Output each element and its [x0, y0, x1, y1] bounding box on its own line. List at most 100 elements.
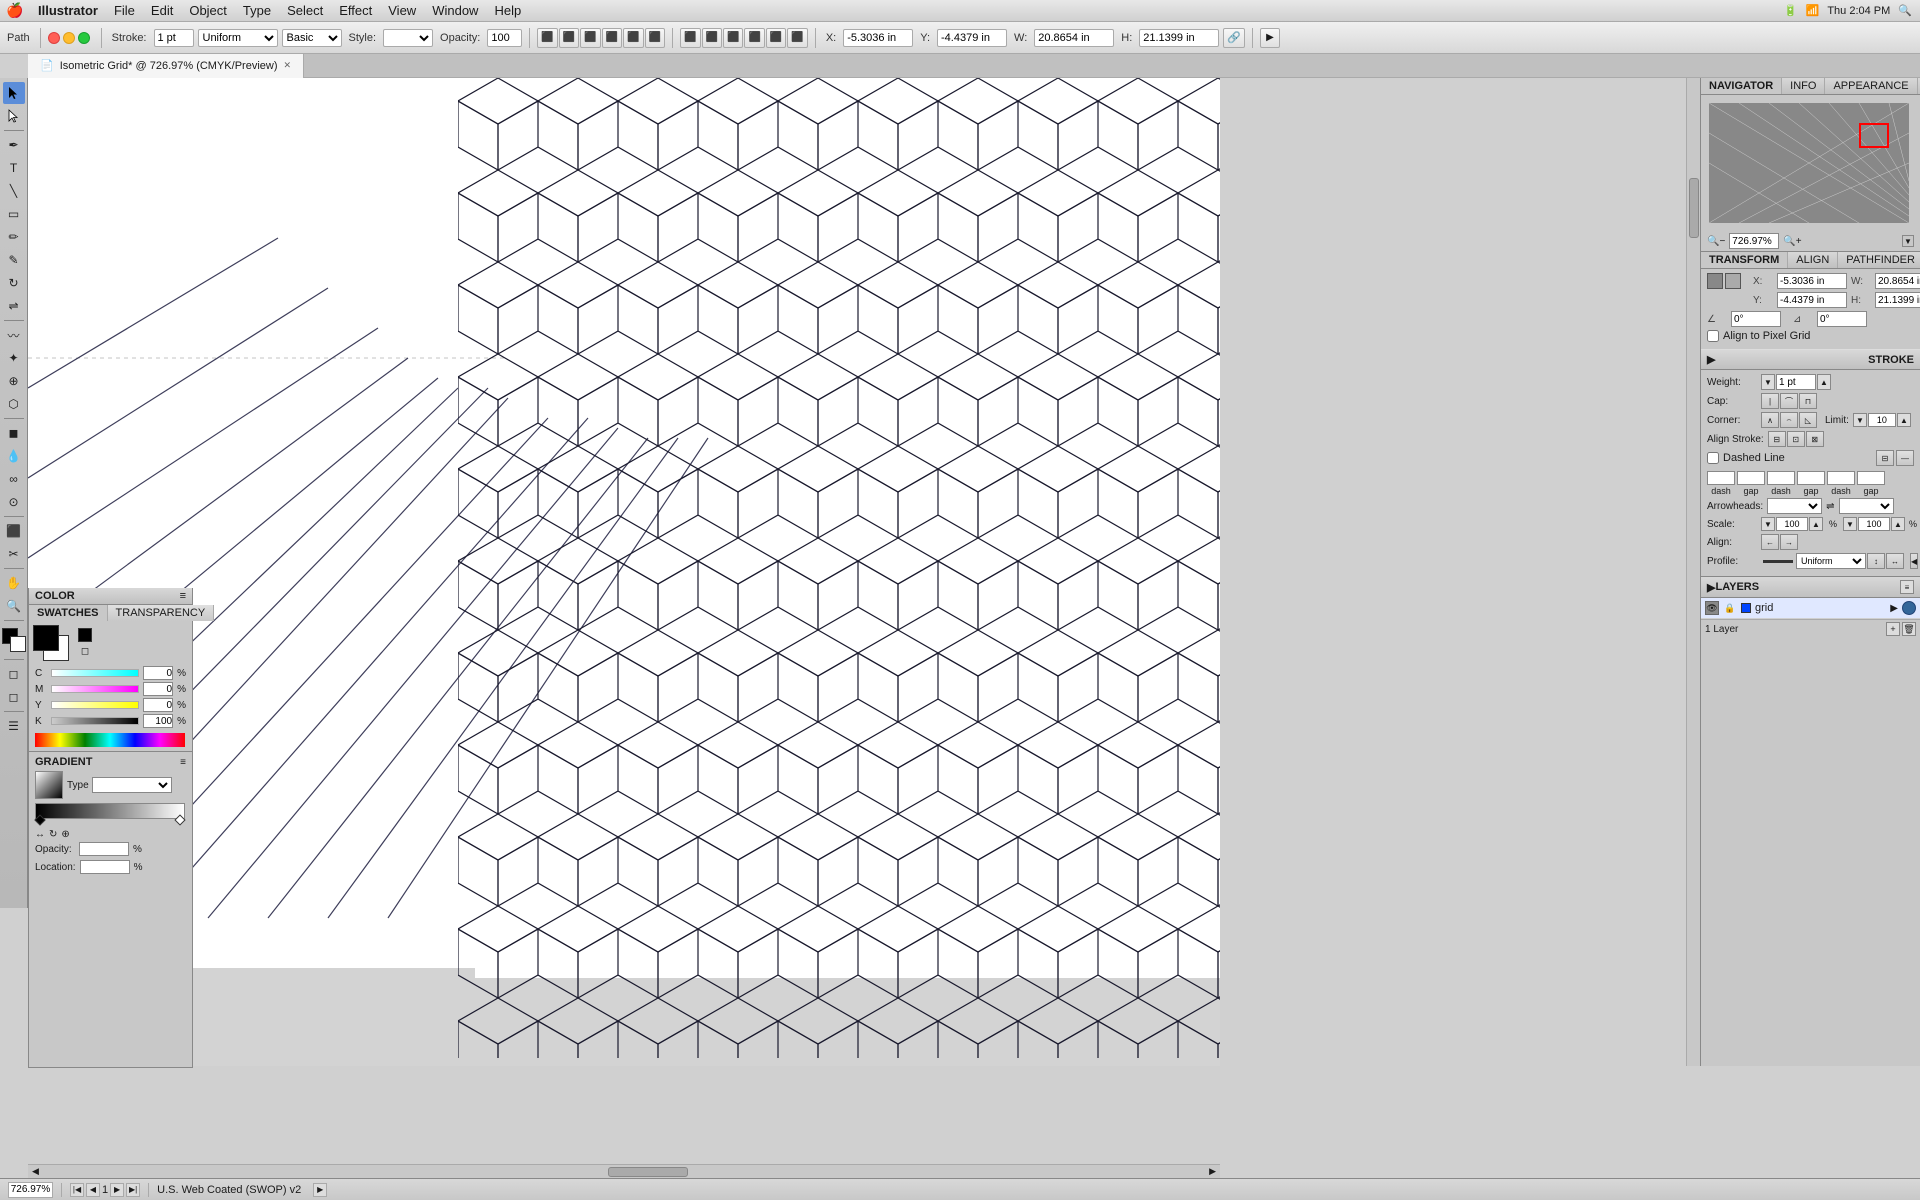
align-btn-5[interactable]: ⬛: [623, 28, 643, 48]
x-input[interactable]: [843, 29, 913, 47]
stroke-style-select[interactable]: Uniform: [198, 29, 278, 47]
reflect-tool[interactable]: ⇌: [3, 295, 25, 317]
c-slider[interactable]: [51, 669, 139, 677]
vertical-scrollbar[interactable]: [1686, 78, 1700, 1066]
y-input[interactable]: [937, 29, 1007, 47]
angle-input[interactable]: [1731, 311, 1781, 327]
menu-illustrator[interactable]: Illustrator: [30, 0, 106, 22]
apple-menu[interactable]: 🍎: [0, 2, 30, 19]
fg-bg-color[interactable]: [2, 628, 26, 652]
cap-butt-btn[interactable]: |: [1761, 393, 1779, 409]
scale1-down-btn[interactable]: ▼: [1761, 517, 1775, 531]
tab-transform[interactable]: TRANSFORM: [1701, 252, 1788, 268]
status-profile-next[interactable]: ▶: [313, 1183, 327, 1197]
stroke-input[interactable]: [154, 29, 194, 47]
align-btn-3[interactable]: ⬛: [580, 28, 600, 48]
status-nav-next[interactable]: ▶: [110, 1183, 124, 1197]
gradient-bar[interactable]: [35, 803, 185, 819]
maximize-button[interactable]: [78, 32, 90, 44]
pen-tool[interactable]: ✒: [3, 134, 25, 156]
m-value-input[interactable]: [143, 682, 173, 696]
y-value-input[interactable]: [143, 698, 173, 712]
pencil-tool[interactable]: ✎: [3, 249, 25, 271]
corner-miter-btn[interactable]: ∧: [1761, 412, 1779, 428]
align-btn-4[interactable]: ⬛: [602, 28, 622, 48]
limit-down-btn[interactable]: ▼: [1853, 413, 1867, 427]
arrow-end-select[interactable]: [1839, 498, 1894, 514]
scale1-up-btn[interactable]: ▲: [1809, 517, 1823, 531]
style-select[interactable]: [383, 29, 433, 47]
corner-bevel-btn[interactable]: ◺: [1799, 412, 1817, 428]
draw-mode-normal[interactable]: ◻: [3, 663, 25, 685]
tab-transparency[interactable]: TRANSPARENCY: [108, 605, 215, 621]
horizontal-scroll-thumb[interactable]: [608, 1167, 688, 1177]
opacity-grad-input[interactable]: [79, 842, 129, 856]
dash-corner-btn[interactable]: ⊟: [1876, 450, 1894, 466]
zoom-in-icon[interactable]: 🔍+: [1783, 236, 1801, 247]
minimize-button[interactable]: [63, 32, 75, 44]
menu-effect[interactable]: Effect: [331, 0, 380, 22]
draw-mode-behind[interactable]: ◻: [3, 686, 25, 708]
canvas-area[interactable]: [28, 78, 1220, 1066]
scale2-down-btn[interactable]: ▼: [1843, 517, 1857, 531]
corner-round-btn[interactable]: ⌢: [1780, 412, 1798, 428]
profile-arrow-btn[interactable]: ▶: [313, 1183, 327, 1197]
delete-layer-btn[interactable]: 🗑: [1902, 622, 1916, 636]
type-tool[interactable]: T: [3, 157, 25, 179]
constraint-btn[interactable]: 🔗: [1223, 28, 1245, 48]
menu-type[interactable]: Type: [235, 0, 279, 22]
zoom-out-icon[interactable]: 🔍−: [1707, 236, 1725, 247]
slice-tool[interactable]: ✂: [3, 543, 25, 565]
gap1-input[interactable]: [1737, 471, 1765, 485]
tab-pathfinder[interactable]: PATHFINDER: [1838, 252, 1920, 268]
color-panel-options[interactable]: ≡: [180, 590, 186, 602]
distrib-btn-4[interactable]: ⬛: [744, 28, 764, 48]
horizontal-scrollbar[interactable]: ◀ ▶: [28, 1164, 1220, 1178]
brush-select[interactable]: Basic: [282, 29, 342, 47]
transform-ref-icon2[interactable]: [1725, 273, 1741, 289]
tab-align[interactable]: ALIGN: [1788, 252, 1838, 268]
h-input[interactable]: [1139, 29, 1219, 47]
status-nav-first[interactable]: |◀: [70, 1183, 84, 1197]
doc-close[interactable]: ✕: [284, 60, 292, 71]
line-tool[interactable]: ╲: [3, 180, 25, 202]
navigator-zoom-input[interactable]: [1729, 233, 1779, 249]
gap2-input[interactable]: [1797, 471, 1825, 485]
tab-info[interactable]: INFO: [1782, 78, 1825, 94]
profile-flip2-btn[interactable]: ↔: [1886, 553, 1904, 569]
color-spectrum-bar[interactable]: [35, 733, 185, 747]
rotate-tool[interactable]: ↻: [3, 272, 25, 294]
layer-expand-btn[interactable]: ▶: [1890, 603, 1898, 614]
k-value-input[interactable]: [143, 714, 173, 728]
fg-bg-colors[interactable]: [33, 625, 69, 661]
location-input[interactable]: [80, 860, 130, 874]
distrib-btn-1[interactable]: ⬛: [680, 28, 700, 48]
dash-adjust-btn[interactable]: —: [1896, 450, 1914, 466]
grad-stop-black[interactable]: [34, 814, 45, 825]
scroll-left-btn[interactable]: ◀: [32, 1166, 39, 1177]
hand-tool[interactable]: ✋: [3, 572, 25, 594]
gradient-type-select[interactable]: [92, 777, 172, 793]
distrib-btn-2[interactable]: ⬛: [702, 28, 722, 48]
stroke-indicator[interactable]: ◻: [78, 644, 92, 658]
align-btn-1[interactable]: ⬛: [537, 28, 557, 48]
grad-stop-white[interactable]: [174, 814, 185, 825]
menu-object[interactable]: Object: [181, 0, 235, 22]
fg-color[interactable]: [33, 625, 59, 651]
dash1-input[interactable]: [1707, 471, 1735, 485]
warp-tool[interactable]: 〰: [3, 324, 25, 346]
dash2-input[interactable]: [1767, 471, 1795, 485]
limit-input[interactable]: [1868, 413, 1896, 427]
rectangle-tool[interactable]: ▭: [3, 203, 25, 225]
scale1-input[interactable]: [1776, 517, 1808, 531]
menu-view[interactable]: View: [380, 0, 424, 22]
y-slider[interactable]: [51, 701, 139, 709]
grad-snap-btn[interactable]: ⊕: [61, 829, 69, 840]
distrib-btn-3[interactable]: ⬛: [723, 28, 743, 48]
x-transform-input[interactable]: [1777, 273, 1847, 289]
freefrom-transform-tool[interactable]: ✦: [3, 347, 25, 369]
arrow-swap-icon[interactable]: ⇌: [1826, 501, 1834, 512]
navigator-viewport[interactable]: [1859, 123, 1889, 148]
selection-tool[interactable]: [3, 82, 25, 104]
grad-reverse-btn[interactable]: ↔: [35, 829, 45, 840]
